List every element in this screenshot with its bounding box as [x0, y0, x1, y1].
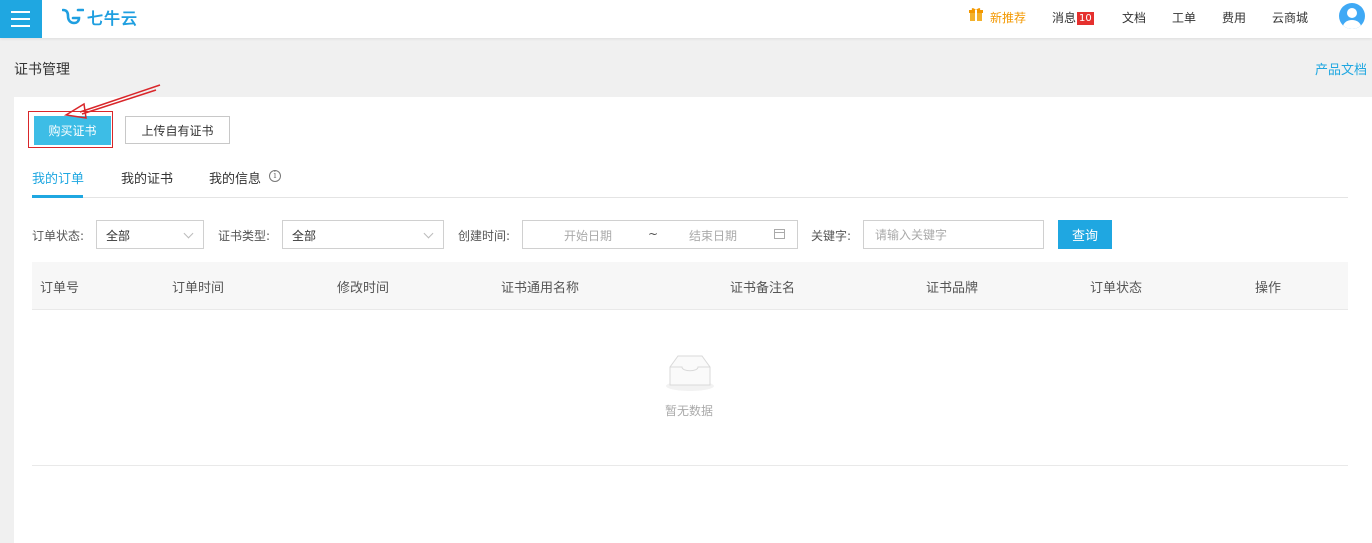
tab-my-info[interactable]: 我的信息: [209, 168, 261, 187]
column-remark-name: 证书备注名: [730, 281, 796, 296]
messages-count-badge: 10: [1077, 12, 1094, 25]
content-card: [14, 97, 1372, 543]
nav-billing-link[interactable]: 费用: [1222, 9, 1246, 26]
keyword-input[interactable]: [863, 220, 1044, 249]
user-avatar[interactable]: [1339, 3, 1365, 29]
column-order-time: 订单时间: [172, 281, 225, 296]
end-date-input[interactable]: 结束日期: [689, 227, 737, 244]
keyword-label: 关键字:: [811, 229, 852, 243]
cert-type-label: 证书类型:: [218, 229, 271, 243]
nav-marketplace-link[interactable]: 云商城: [1272, 9, 1308, 26]
nav-docs-link[interactable]: 文档: [1122, 9, 1146, 26]
table-bottom-border: [32, 465, 1348, 466]
top-nav: 新推荐 消息 10 文档 工单 费用 云商城: [0, 0, 1372, 38]
annotation-arrow-icon: [63, 84, 161, 119]
product-docs-link[interactable]: 产品文档: [1315, 59, 1367, 78]
chevron-down-icon: [183, 228, 194, 239]
tab-my-orders[interactable]: 我的订单: [32, 168, 84, 187]
top-bar: 七牛云 新推荐 消息 10 文档 工单 费用 云商城: [0, 0, 1372, 38]
nav-messages-label: 消息: [1052, 11, 1077, 25]
cert-type-value: 全部: [292, 229, 317, 243]
order-status-select[interactable]: 全部: [96, 220, 204, 249]
avatar-head-icon: [1347, 8, 1357, 18]
column-actions: 操作: [1255, 281, 1282, 296]
date-range-separator: ~: [648, 227, 659, 241]
cert-type-select[interactable]: 全部: [282, 220, 444, 249]
chevron-down-icon: [423, 228, 434, 239]
nav-messages-link[interactable]: 消息 10: [1052, 9, 1094, 26]
calendar-icon: [774, 229, 785, 239]
gift-icon: [969, 7, 983, 25]
empty-inbox-icon: [666, 355, 714, 391]
info-icon[interactable]: i: [269, 170, 281, 182]
created-time-label: 创建时间:: [458, 229, 511, 243]
column-order-status: 订单状态: [1090, 281, 1143, 296]
column-order-id: 订单号: [40, 281, 80, 296]
column-brand: 证书品牌: [926, 281, 979, 296]
start-date-input[interactable]: 开始日期: [564, 227, 612, 244]
tab-my-certificates[interactable]: 我的证书: [121, 168, 173, 187]
avatar-body-icon: [1343, 20, 1361, 29]
date-range-picker[interactable]: 开始日期 ~ 结束日期: [522, 220, 798, 249]
table-header: 订单号 订单时间 修改时间 证书通用名称 证书备注名 证书品牌 订单状态 操作: [32, 262, 1348, 310]
empty-state-text: 暂无数据: [665, 404, 714, 418]
column-common-name: 证书通用名称: [501, 281, 580, 296]
tab-bar: 我的订单 我的证书 我的信息: [32, 168, 1348, 198]
nav-tickets-link[interactable]: 工单: [1172, 9, 1196, 26]
query-button[interactable]: 查询: [1058, 220, 1112, 249]
column-modified-time: 修改时间: [337, 281, 390, 296]
order-status-value: 全部: [106, 229, 131, 243]
nav-promo-link[interactable]: 新推荐: [990, 9, 1026, 26]
active-tab-indicator: [32, 195, 83, 198]
order-status-label: 订单状态:: [32, 229, 85, 243]
